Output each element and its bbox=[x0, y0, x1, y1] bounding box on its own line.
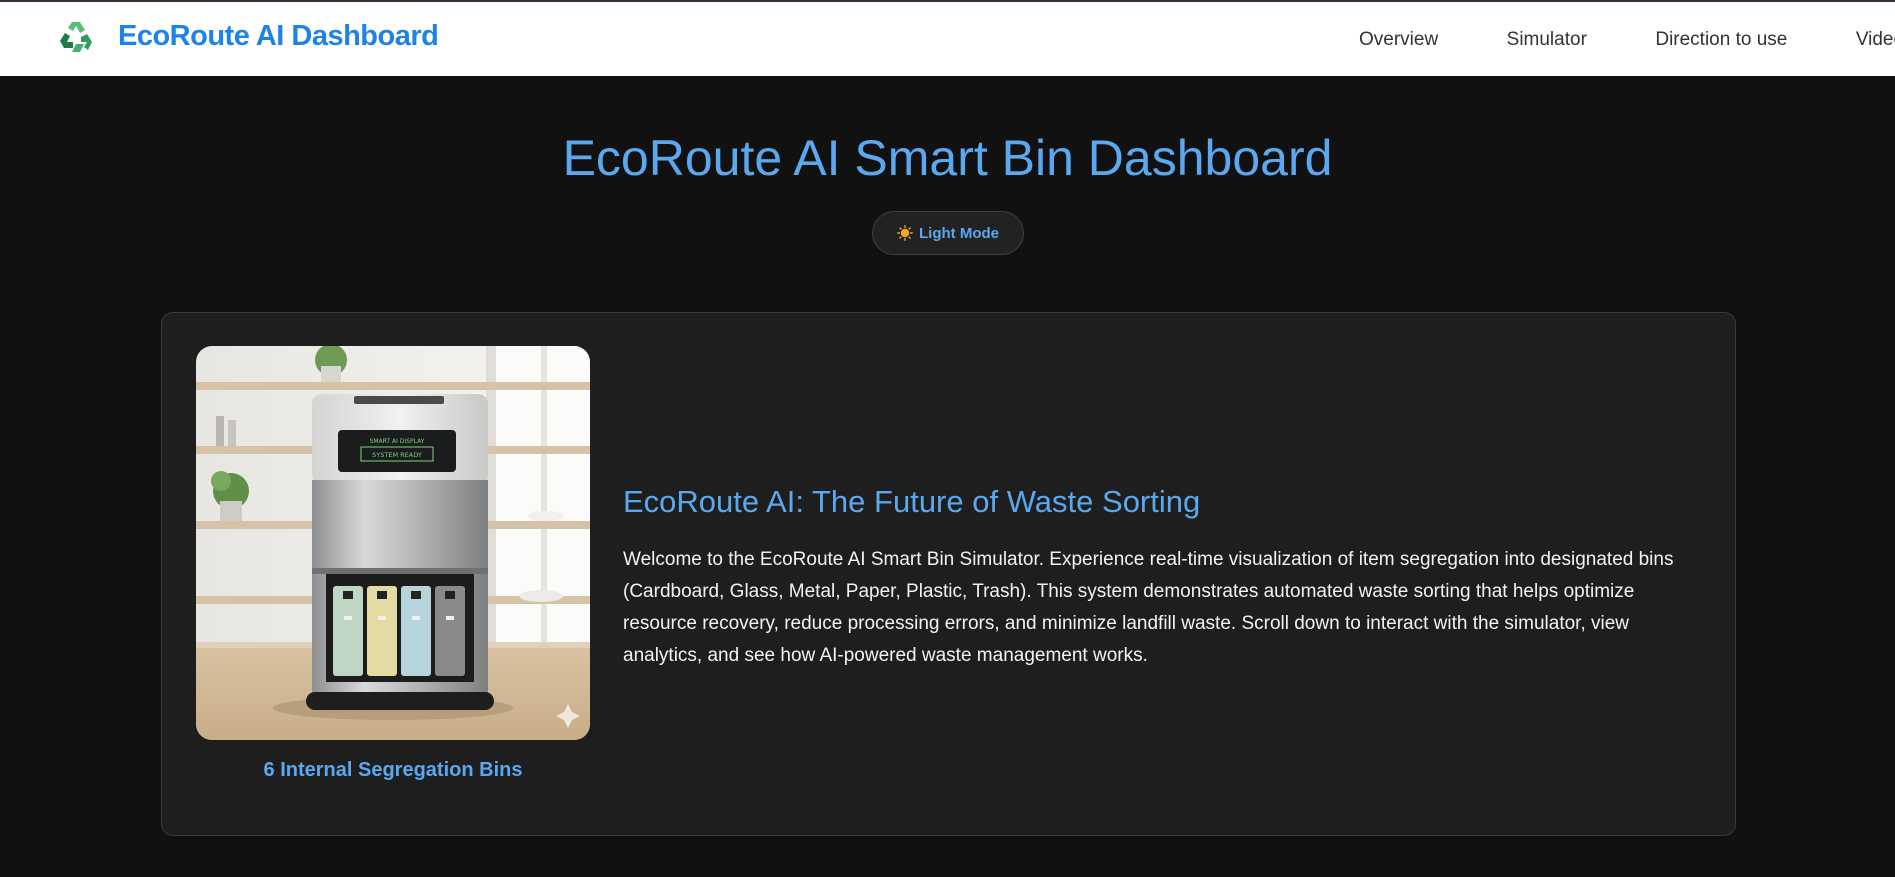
card-heading: EcoRoute AI: The Future of Waste Sorting bbox=[623, 484, 1201, 519]
nav-link-video[interactable]: Video D bbox=[1856, 26, 1895, 54]
light-mode-button[interactable]: Light Mode bbox=[872, 211, 1024, 255]
card-description: Welcome to the EcoRoute AI Smart Bin Sim… bbox=[623, 549, 1674, 666]
bin-display-status: SYSTEM READY bbox=[372, 451, 422, 459]
top-navbar: EcoRoute AI Dashboard Overview Simulator… bbox=[0, 2, 1895, 76]
page-title: EcoRoute AI Smart Bin Dashboard bbox=[562, 130, 1333, 186]
nav-link-direction-to-use[interactable]: Direction to use bbox=[1655, 26, 1787, 54]
light-mode-label: Light Mode bbox=[919, 224, 999, 242]
nav-link-overview[interactable]: Overview bbox=[1359, 26, 1438, 54]
bin-image-caption: 6 Internal Segregation Bins bbox=[263, 759, 523, 781]
nav-links: Overview Simulator Direction to use Vide… bbox=[1359, 26, 1895, 54]
recycle-icon[interactable] bbox=[56, 18, 96, 58]
bin-display-header: SMART AI DISPLAY bbox=[370, 438, 425, 445]
brand-title[interactable]: EcoRoute AI Dashboard bbox=[118, 20, 439, 53]
sun-icon bbox=[897, 225, 913, 241]
nav-link-simulator[interactable]: Simulator bbox=[1507, 26, 1587, 54]
smart-bin-image: SMART AI DISPLAY SYSTEM READY bbox=[196, 346, 590, 740]
